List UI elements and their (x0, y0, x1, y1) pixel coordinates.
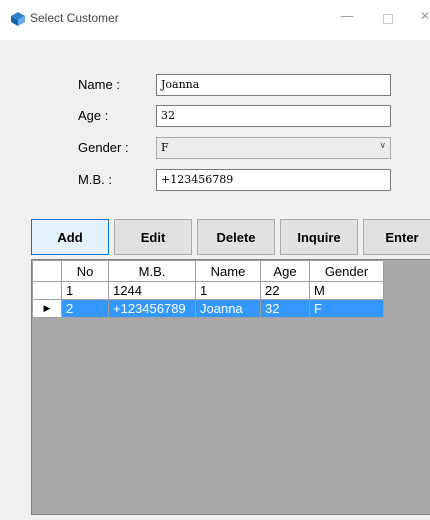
name-field-value: Joanna (161, 78, 200, 91)
title-bar[interactable]: Select Customer — ✕ (0, 0, 430, 40)
column-header-age[interactable]: Age (260, 260, 310, 282)
gender-label: Gender : (78, 140, 129, 155)
name-field[interactable]: Joanna (156, 74, 391, 96)
age-field-value: 32 (161, 109, 175, 122)
edit-button[interactable]: Edit (114, 219, 192, 255)
cell-age[interactable]: 32 (260, 299, 310, 318)
app-icon (11, 12, 25, 26)
cell-gender[interactable]: F (309, 299, 384, 318)
row-header-corner (32, 260, 62, 282)
customer-grid[interactable]: No M.B. Name Age Gender 1 1244 1 22 M ▶ … (31, 259, 430, 515)
select-customer-window: Select Customer — ✕ Name : Joanna Age : … (0, 0, 430, 520)
cell-mb[interactable]: +123456789 (108, 299, 196, 318)
chevron-down-icon: ∨ (379, 141, 386, 151)
inquire-button[interactable]: Inquire (280, 219, 358, 255)
mb-field-value: +123456789 (161, 173, 234, 186)
mb-label: M.B. : (78, 172, 112, 187)
maximize-button[interactable] (383, 14, 393, 24)
cell-mb[interactable]: 1244 (108, 281, 196, 300)
gender-select-value: F (161, 141, 169, 154)
age-label: Age : (78, 108, 109, 123)
cell-name[interactable]: Joanna (195, 299, 261, 318)
close-button[interactable]: ✕ (420, 9, 430, 25)
column-header-mb[interactable]: M.B. (108, 260, 196, 282)
column-header-name[interactable]: Name (195, 260, 261, 282)
current-row-arrow-icon[interactable]: ▶ (32, 299, 62, 318)
column-header-no[interactable]: No (61, 260, 109, 282)
table-header-row: No M.B. Name Age Gender (32, 260, 384, 282)
delete-button[interactable]: Delete (197, 219, 275, 255)
cell-name[interactable]: 1 (195, 281, 261, 300)
name-label: Name : (78, 77, 120, 92)
cell-gender[interactable]: M (309, 281, 384, 300)
gender-select[interactable]: F ∨ (156, 137, 391, 159)
age-field[interactable]: 32 (156, 105, 391, 127)
table-row[interactable]: 1 1244 1 22 M (32, 281, 384, 300)
row-header[interactable] (32, 281, 62, 300)
cell-no[interactable]: 1 (61, 281, 109, 300)
customer-table: No M.B. Name Age Gender 1 1244 1 22 M ▶ … (32, 260, 384, 318)
mb-field[interactable]: +123456789 (156, 169, 391, 191)
column-header-gender[interactable]: Gender (309, 260, 384, 282)
table-row-selected[interactable]: ▶ 2 +123456789 Joanna 32 F (32, 299, 384, 318)
minimize-button[interactable]: — (339, 8, 355, 26)
window-title: Select Customer (30, 11, 119, 25)
enter-button[interactable]: Enter (363, 219, 430, 255)
cell-age[interactable]: 22 (260, 281, 310, 300)
add-button[interactable]: Add (31, 219, 109, 255)
cell-no[interactable]: 2 (61, 299, 109, 318)
